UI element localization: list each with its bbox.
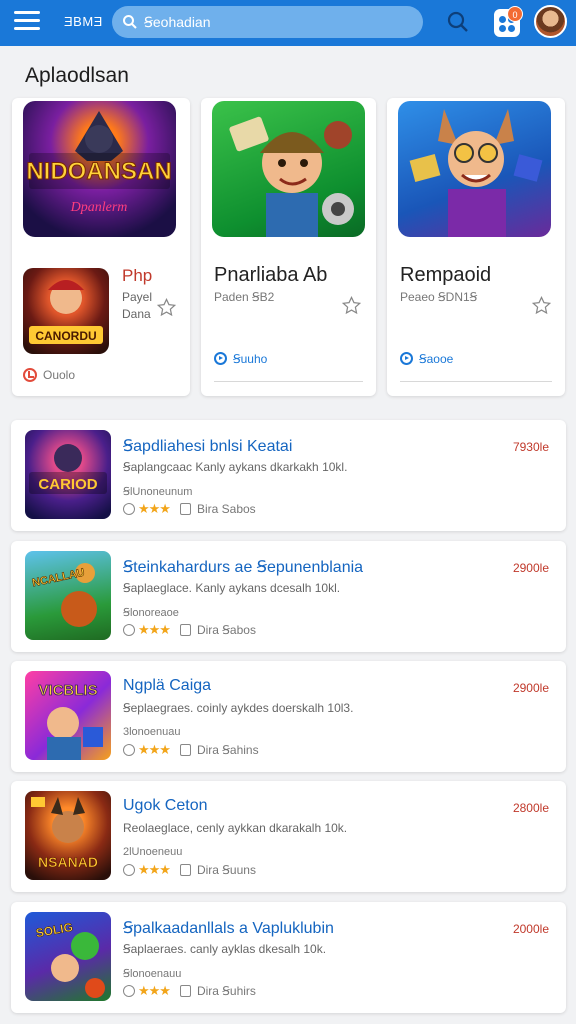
featured-art-1-subtitle: Dpanlerm <box>70 200 128 215</box>
list-item-rating: ★★★ Dira Ꞩabos <box>123 622 256 638</box>
list-item-subtitle: ꞨlUnoneunum <box>123 486 193 498</box>
favorite-star-icon[interactable] <box>532 296 551 315</box>
top-app-bar: ƎBMƎ Ꞩeohadian 0 <box>0 0 576 46</box>
square-icon <box>179 503 191 515</box>
list-item-price: 2900le <box>512 561 549 575</box>
list-item-price: 2900le <box>512 681 549 695</box>
list-art-text: NCALLAU <box>31 567 86 590</box>
list-item-rating: ★★★ Bira Sabos <box>123 501 256 517</box>
list-item[interactable]: NSANAD Ugok Ceton Reolaeglace, cenly ayk… <box>11 781 566 892</box>
circle-icon <box>123 985 135 997</box>
featured-art-2 <box>212 101 365 237</box>
favorite-star-icon[interactable] <box>342 296 361 315</box>
list-item-art: SOLIG <box>25 912 111 1001</box>
featured-subtitle-2: Paden ꞨB2 <box>214 290 275 304</box>
list-item-price: 7930le <box>512 440 549 454</box>
check-circle-icon <box>23 368 37 382</box>
section-title: Aplaodlsan <box>25 64 129 87</box>
list-item-title: Ngplä Caiga <box>123 677 212 694</box>
list-item-subtitle: Ꞩlonoenauu <box>123 968 182 980</box>
list-art-text: SOLIG <box>35 920 74 940</box>
list-item-subtitle: 2lUnoeneuu <box>123 846 183 858</box>
list-item-description: Ꞩeplaegraes. coinly aykdes doerskalh 10l… <box>123 701 354 715</box>
circle-icon <box>123 624 135 636</box>
list-item-price: 2800le <box>512 801 549 815</box>
avatar[interactable] <box>534 5 567 38</box>
list-item-description: Ꞩaplaeraes. canly ayklas dkesalh 10k. <box>123 942 327 956</box>
list-item-rating: ★★★ Dira Ꞩuhirs <box>123 983 256 999</box>
search-value: Ꞩeohadian <box>144 14 211 30</box>
featured-art-3 <box>398 101 551 237</box>
list-item-art: CARIOD <box>25 430 111 519</box>
star-rating-icon: ★★★ <box>138 983 171 998</box>
star-rating-icon: ★★★ <box>138 862 171 877</box>
list-item[interactable]: NCALLAU Ꞩteinkahardurs ae Ꞩepunenblania … <box>11 541 566 652</box>
featured-card-2[interactable]: Pnarliaba Ab Paden ꞨB2 Ꞩuuho <box>201 98 376 396</box>
star-rating-icon: ★★★ <box>138 622 171 637</box>
list-item-description: Reolaeglace, cenly aykkan dkarakalh 10k. <box>123 821 348 835</box>
list-item[interactable]: SOLIG Ꞩpalkaadanllals a Vapluklubin Ꞩapl… <box>11 902 566 1013</box>
play-circle-icon <box>400 352 413 365</box>
list-item-rating: ★★★ Dira Ꞩuuns <box>123 862 256 878</box>
featured-art-1: NIDOANSAN Dpanlerm <box>23 101 176 237</box>
list-item-description: Ꞩaplangcaac Kanly aykans dkarkakh 10kl. <box>123 460 348 474</box>
notification-badge: 0 <box>507 6 523 22</box>
list-item-subtitle: 3lonoenuau <box>123 726 181 738</box>
mini-subtitle-1: Payel <box>122 290 153 304</box>
featured-action-3[interactable]: Ꞩaooe <box>400 352 453 366</box>
featured-art-1-title: NIDOANSAN <box>26 158 171 185</box>
circle-icon <box>123 864 135 876</box>
list-item-subtitle: Ꞩlonoreaoe <box>123 607 179 619</box>
favorite-star-icon[interactable] <box>157 298 176 317</box>
featured-subtitle-3: Peaeo ꞨDN1Ꞩ <box>400 290 478 304</box>
list-item-rating: ★★★ Dira Ꞩahins <box>123 742 259 758</box>
divider <box>400 381 552 382</box>
featured-title-3: Rempaoid <box>400 264 492 286</box>
list-art-text: VICBLIS <box>38 682 97 699</box>
brand-label: ƎBMƎ <box>64 14 103 29</box>
mini-art: CANORDU <box>23 268 109 354</box>
list-item-title: Ꞩpalkaadanllals a Vapluklubin <box>123 920 334 937</box>
list-item-description: Ꞩaplaeglace. Kanly aykans dcesalh 10kl. <box>123 581 341 595</box>
list-item-title: Ugok Ceton <box>123 797 208 814</box>
play-circle-icon <box>214 352 227 365</box>
featured-title-2: Pnarliaba Ab <box>214 264 328 286</box>
square-icon <box>179 624 191 636</box>
square-icon <box>179 744 191 756</box>
search-button-icon[interactable] <box>446 10 470 34</box>
mini-subtitle-2: Dana <box>122 307 151 321</box>
featured-card-3[interactable]: Rempaoid Peaeo ꞨDN1Ꞩ Ꞩaooe <box>387 98 565 396</box>
divider <box>214 381 363 382</box>
featured-action-1[interactable]: Ouolo <box>23 368 75 382</box>
circle-icon <box>123 503 135 515</box>
featured-action-2[interactable]: Ꞩuuho <box>214 352 267 366</box>
list-art-text: NSANAD <box>38 854 98 870</box>
list-item[interactable]: VICBLIS Ngplä Caiga Ꞩeplaegraes. coinly … <box>11 661 566 772</box>
circle-icon <box>123 744 135 756</box>
star-rating-icon: ★★★ <box>138 742 171 757</box>
featured-card-1[interactable]: NIDOANSAN Dpanlerm CANORDU Php Payel Dan… <box>12 98 190 396</box>
list-item-art: VICBLIS <box>25 671 111 760</box>
search-input[interactable]: Ꞩeohadian <box>112 6 423 38</box>
star-rating-icon: ★★★ <box>138 501 171 516</box>
list-item[interactable]: CARIOD Ꞩapdliahesi bnlsi Keatai Ꞩaplangc… <box>11 420 566 531</box>
list-item-title: Ꞩteinkahardurs ae Ꞩepunenblania <box>123 559 364 576</box>
list-item-art: NSANAD <box>25 791 111 880</box>
menu-icon[interactable] <box>14 11 40 31</box>
square-icon <box>179 864 191 876</box>
square-icon <box>179 985 191 997</box>
mini-art-text: CANORDU <box>35 329 96 343</box>
list-art-text: CARIOD <box>38 476 97 493</box>
list-item-art: NCALLAU <box>25 551 111 640</box>
list-item-title: Ꞩapdliahesi bnlsi Keatai <box>123 438 293 455</box>
mini-title: Php <box>122 266 153 285</box>
list-item-price: 2000le <box>512 922 549 936</box>
search-icon <box>123 15 137 29</box>
